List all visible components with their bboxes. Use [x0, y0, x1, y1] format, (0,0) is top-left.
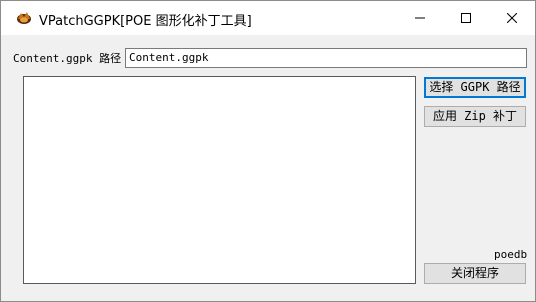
window-title: VPatchGGPK[POE 图形化补丁工具]	[39, 14, 252, 29]
maximize-icon	[461, 13, 471, 23]
close-icon	[507, 13, 517, 23]
main-window: VPatchGGPK[POE 图形化补丁工具] Content.ggpk 路径 …	[0, 0, 536, 302]
close-window-button[interactable]	[489, 1, 535, 35]
minimize-icon	[415, 17, 425, 19]
minimize-button[interactable]	[397, 1, 443, 35]
title-bar[interactable]: VPatchGGPK[POE 图形化补丁工具]	[1, 1, 535, 35]
select-ggpk-path-button[interactable]: 选择 GGPK 路径	[424, 77, 526, 98]
game-logo-icon	[16, 10, 32, 26]
apply-zip-patch-button[interactable]: 应用 Zip 补丁	[424, 106, 526, 127]
close-program-button[interactable]: 关闭程序	[424, 263, 526, 284]
ggpk-path-label: Content.ggpk 路径	[13, 52, 122, 65]
ggpk-path-input[interactable]: Content.ggpk	[125, 48, 527, 68]
log-textarea[interactable]	[23, 76, 416, 284]
maximize-button[interactable]	[443, 1, 489, 35]
credit-label: poedb	[494, 248, 528, 261]
